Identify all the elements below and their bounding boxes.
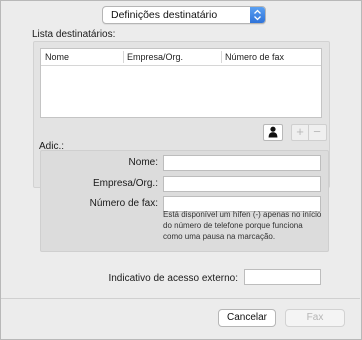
recipient-table[interactable]: Nome Empresa/Org. Número de fax	[40, 48, 322, 118]
company-label: Empresa/Org.:	[92, 178, 158, 189]
contacts-button[interactable]	[263, 124, 283, 141]
fax-hyphen-help-text: Está disponível um hífen (-) apenas no i…	[163, 210, 322, 241]
column-header-name[interactable]: Nome	[45, 52, 69, 62]
external-access-label: Indicativo de acesso externo:	[108, 273, 238, 284]
company-field[interactable]	[163, 176, 321, 192]
fax-button[interactable]: Fax	[285, 309, 345, 327]
column-header-company[interactable]: Empresa/Org.	[127, 52, 183, 62]
column-header-fax[interactable]: Número de fax	[225, 52, 284, 62]
recipient-table-header: Nome Empresa/Org. Número de fax	[41, 49, 321, 66]
recipient-settings-popup[interactable]: Definições destinatário	[102, 6, 266, 24]
recipient-list-title: Lista destinatários:	[32, 29, 116, 40]
add-remove-control: + −	[291, 124, 327, 141]
column-divider	[221, 51, 222, 63]
column-divider	[123, 51, 124, 63]
popup-arrows-icon	[250, 7, 265, 23]
name-field[interactable]	[163, 155, 321, 171]
name-label: Nome:	[128, 157, 158, 168]
person-icon	[268, 126, 278, 138]
cancel-button[interactable]: Cancelar	[218, 309, 276, 327]
external-access-field[interactable]	[244, 269, 321, 285]
popup-selected-label: Definições destinatário	[111, 9, 218, 21]
add-recipient-button[interactable]: +	[292, 124, 308, 139]
remove-recipient-button[interactable]: −	[309, 124, 325, 139]
fax-number-label: Número de fax:	[89, 198, 158, 209]
footer-divider	[1, 298, 360, 299]
